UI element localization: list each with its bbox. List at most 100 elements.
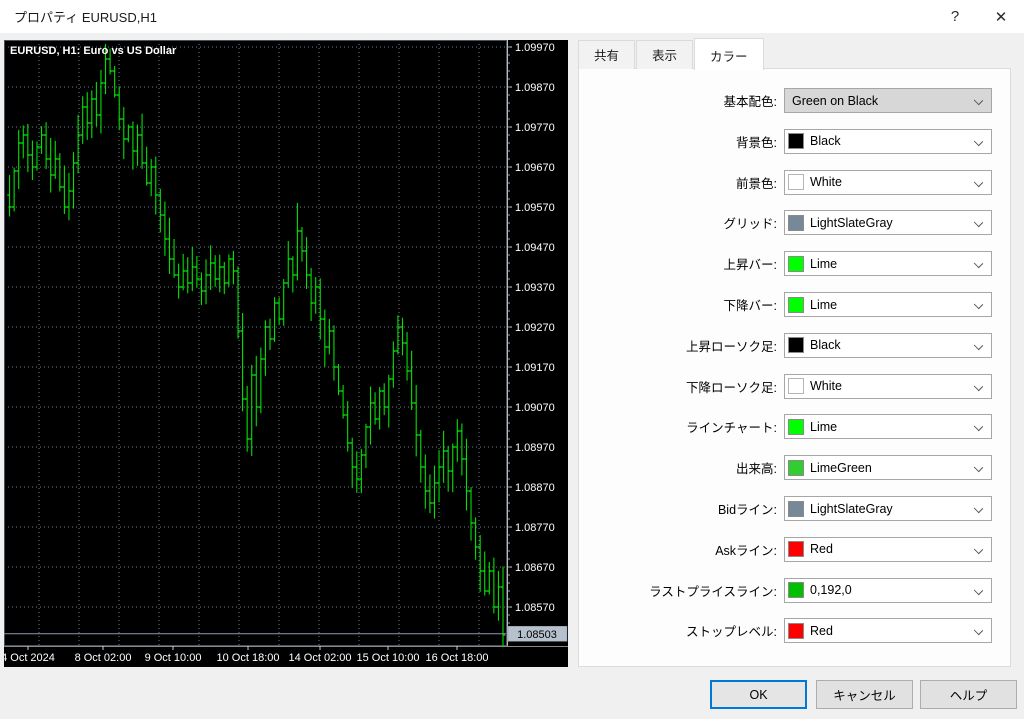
color-setting-row: 下降バー: Lime xyxy=(724,292,992,317)
chevron-down-icon xyxy=(973,340,984,350)
color-row-label: ラインチャート: xyxy=(686,421,777,436)
color-select[interactable]: LightSlateGray xyxy=(784,496,992,521)
color-row-label: ストップレベル: xyxy=(686,625,777,640)
price-axis-label: 1.08570 xyxy=(515,602,555,614)
color-swatch xyxy=(788,582,804,599)
color-row-label: 前景色: xyxy=(736,176,777,191)
color-row-label: Bidライン: xyxy=(717,503,777,517)
color-setting-row: ラストプライスライン: 0,192,0 xyxy=(649,577,992,603)
color-select[interactable]: Red xyxy=(784,618,992,644)
color-select[interactable]: Black xyxy=(784,332,992,358)
color-row-label: ラストプライスライン: xyxy=(649,584,777,599)
cancel-button[interactable]: キャンセル xyxy=(816,680,913,709)
price-axis-label: 1.09070 xyxy=(515,402,555,414)
colors-tab-page: 基本配色: Green on Black 背景色: Black 前景色: White グリッ… xyxy=(578,68,1011,667)
color-setting-row: Askライン: Red xyxy=(715,536,992,562)
price-axis-label: 1.09270 xyxy=(515,322,555,334)
chevron-down-icon xyxy=(973,585,984,595)
ok-button[interactable]: OK xyxy=(710,680,807,709)
color-swatch xyxy=(788,541,804,558)
color-row-label: 基本配色: xyxy=(723,95,777,109)
color-select[interactable]: LightSlateGray xyxy=(784,210,992,236)
plot-frame xyxy=(4,40,507,646)
color-select-value: Red xyxy=(810,542,833,557)
price-axis-label: 1.08870 xyxy=(515,482,555,494)
price-axis-label: 1.09870 xyxy=(515,82,555,94)
chart-title: EURUSD, H1: Euro vs US Dollar xyxy=(10,45,177,57)
chevron-down-icon xyxy=(973,299,984,310)
color-select[interactable]: Lime xyxy=(784,292,992,317)
color-select-value: Black xyxy=(810,338,841,353)
color-select-value: Lime xyxy=(810,256,838,271)
color-select[interactable]: Lime xyxy=(784,251,992,277)
properties-dialog: プロパティ EURUSD,H1 ? ✕ 1.09970 1.09870 1.0977… xyxy=(0,0,1024,719)
chevron-down-icon xyxy=(973,626,984,636)
price-axis-label: 1.09170 xyxy=(515,362,555,374)
time-axis-label: 8 Oct 02:00 xyxy=(75,652,132,664)
color-setting-row: グリッド: LightSlateGray xyxy=(723,210,992,236)
color-select-value: LightSlateGray xyxy=(810,215,893,230)
chevron-down-icon xyxy=(973,177,984,187)
chevron-down-icon xyxy=(973,503,984,514)
color-select-value: Black xyxy=(810,134,841,149)
color-swatch xyxy=(788,296,804,313)
color-select[interactable]: White xyxy=(784,373,992,399)
price-axis-label: 1.09970 xyxy=(515,42,555,54)
color-swatch xyxy=(788,459,804,476)
color-swatch xyxy=(788,378,804,395)
color-swatch xyxy=(788,174,804,191)
color-row-label: 上昇ローソク足: xyxy=(686,339,777,354)
time-axis-label: 14 Oct 02:00 xyxy=(289,652,352,664)
color-setting-row: Bidライン: LightSlateGray xyxy=(718,496,992,521)
help-button[interactable]: ヘルプ xyxy=(920,680,1017,709)
bid-price-tag-label: 1.08503 xyxy=(517,629,557,641)
price-axis-label: 1.09470 xyxy=(515,242,555,254)
tab-common[interactable]: 共有 xyxy=(578,40,636,69)
color-select[interactable]: 0,192,0 xyxy=(784,577,992,603)
close-icon[interactable]: ✕ xyxy=(978,0,1024,33)
title-bar: プロパティ EURUSD,H1 ? ✕ xyxy=(0,0,1024,33)
color-select[interactable]: Lime xyxy=(784,414,992,440)
color-select-value: White xyxy=(810,379,842,394)
window-title: プロパティ EURUSD,H1 xyxy=(14,10,157,25)
color-setting-row: 前景色: White xyxy=(736,169,992,195)
color-select[interactable]: Green on Black xyxy=(784,88,992,113)
color-select[interactable]: Black xyxy=(784,128,992,154)
color-select-value: LimeGreen xyxy=(810,460,872,475)
color-select[interactable]: White xyxy=(784,169,992,195)
chevron-down-icon xyxy=(973,422,984,432)
color-select-value: Red xyxy=(810,623,833,638)
color-row-label: 出来高: xyxy=(736,462,777,477)
time-axis-label: 4 Oct 2024 xyxy=(4,652,55,664)
color-swatch xyxy=(788,337,804,354)
color-setting-row: 上昇ローソク足: Black xyxy=(686,332,992,358)
help-icon[interactable]: ? xyxy=(932,0,978,33)
color-select[interactable]: LimeGreen xyxy=(784,455,992,481)
tab-colors[interactable]: カラー xyxy=(694,38,764,70)
color-swatch xyxy=(788,255,804,272)
color-row-label: 上昇バー: xyxy=(723,258,777,273)
color-row-label: Askライン: xyxy=(715,543,777,558)
color-setting-row: ラインチャート: Lime xyxy=(686,414,992,440)
color-select-value: Lime xyxy=(810,297,838,312)
color-select[interactable]: Red xyxy=(784,536,992,562)
chevron-down-icon xyxy=(973,136,984,146)
color-setting-row: 基本配色: Green on Black xyxy=(724,88,992,113)
chevron-down-icon xyxy=(973,258,984,269)
price-axis-label: 1.08670 xyxy=(515,562,555,574)
color-setting-row: 背景色: Black xyxy=(736,128,992,154)
color-row-label: 背景色: xyxy=(736,135,777,150)
color-select-value: Lime xyxy=(810,419,838,434)
color-swatch xyxy=(788,418,804,435)
price-axis-label: 1.08770 xyxy=(515,522,555,534)
price-axis-label: 1.09770 xyxy=(515,122,555,134)
color-row-label: グリッド: xyxy=(723,217,777,232)
color-row-label: 下降ローソク足: xyxy=(686,380,777,395)
color-swatch xyxy=(788,214,804,231)
tab-show[interactable]: 表示 xyxy=(636,40,694,69)
time-axis-label: 9 Oct 10:00 xyxy=(145,652,202,664)
color-setting-row: 下降ローソク足: White xyxy=(686,373,992,399)
color-row-label: 下降バー: xyxy=(723,299,777,313)
color-swatch xyxy=(788,133,804,150)
price-axis-label: 1.09670 xyxy=(515,162,555,174)
